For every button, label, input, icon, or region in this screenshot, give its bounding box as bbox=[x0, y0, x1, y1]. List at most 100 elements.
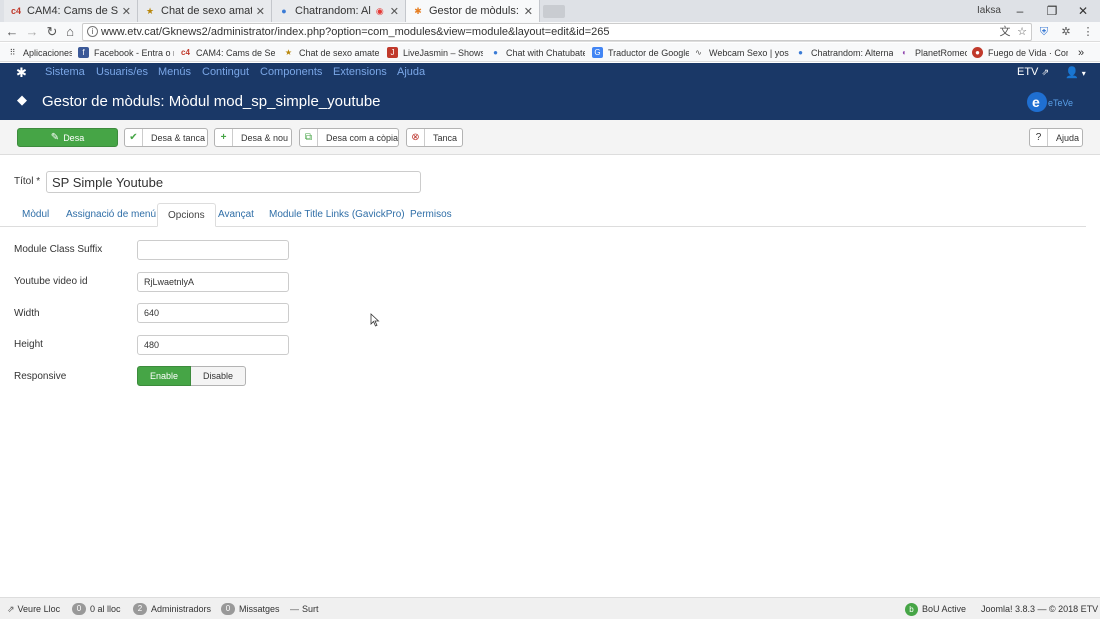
site-link[interactable]: ETV ⇗ bbox=[1017, 66, 1049, 78]
video-id-input[interactable] bbox=[137, 272, 289, 292]
apps-grid-icon: ⠿ bbox=[9, 48, 16, 57]
admin-menu-bar: ✱ Sistema Usuaris/es Menús Contingut Com… bbox=[0, 63, 1100, 83]
browser-tab-cam4[interactable]: c4 CAM4: Cams de Sexo en ✕ bbox=[4, 0, 138, 22]
bookmark-label: PlanetRomeo bbox=[915, 47, 967, 58]
close-button[interactable]: ⊗ Tanca bbox=[406, 128, 463, 147]
info-icon[interactable]: i bbox=[87, 26, 98, 37]
facebook-icon: f bbox=[78, 47, 89, 58]
close-window-icon[interactable]: ✕ bbox=[1074, 2, 1092, 20]
logout-link[interactable]: — Surt bbox=[290, 602, 319, 616]
menu-item-usuaris[interactable]: Usuaris/es bbox=[96, 66, 148, 78]
star-icon: ★ bbox=[284, 48, 293, 57]
bookmark-apps[interactable]: ⠿ Aplicaciones bbox=[7, 45, 72, 60]
star-icon: ★ bbox=[145, 5, 155, 16]
menu-item-ajuda[interactable]: Ajuda bbox=[397, 66, 425, 78]
menu-item-contingut[interactable]: Contingut bbox=[202, 66, 249, 78]
menu-dots-icon[interactable]: ⋮ bbox=[1080, 23, 1096, 41]
bou-active-indicator[interactable]: b BoU Active bbox=[905, 602, 966, 616]
cam4-icon: c4 bbox=[181, 48, 190, 57]
tab-avancat[interactable]: Avançat bbox=[208, 203, 264, 227]
restore-icon[interactable]: ❐ bbox=[1043, 2, 1061, 20]
bou-icon: b bbox=[905, 602, 918, 616]
online-visitors[interactable]: 0 0 al lloc bbox=[72, 602, 121, 616]
bookmark-google-translate[interactable]: G Traductor de Google bbox=[592, 45, 689, 60]
height-label: Height bbox=[14, 339, 43, 350]
version-label: Joomla! 3.8.3 — © 2018 ETV bbox=[981, 604, 1099, 614]
width-input[interactable] bbox=[137, 303, 289, 323]
bookmark-webcam-sexo[interactable]: ∿ Webcam Sexo | yosol bbox=[693, 45, 789, 60]
site-link-label: ETV bbox=[1017, 66, 1039, 78]
extension-icon[interactable]: ✲ bbox=[1058, 23, 1074, 41]
tab-modul[interactable]: Mòdul bbox=[12, 203, 59, 227]
page-title: Gestor de mòduls: Mòdul mod_sp_simple_yo… bbox=[42, 93, 381, 110]
browser-tab-joomla[interactable]: ✱ Gestor de mòduls: Mòdul ✕ bbox=[406, 0, 540, 22]
bookmark-chat-amateur[interactable]: ★ Chat de sexo amateu bbox=[283, 45, 379, 60]
bookmark-chaturbate[interactable]: ● Chat with Chatubate bbox=[490, 45, 585, 60]
tab-label: Gestor de mòduls: Mòdul bbox=[429, 5, 520, 17]
bookmark-chatrandom[interactable]: ● Chatrandom: Alternat bbox=[795, 45, 893, 60]
address-bar: ← → ↻ ⌂ i www.etv.cat/Gknews2/administra… bbox=[0, 22, 1100, 42]
close-icon[interactable]: ✕ bbox=[524, 5, 533, 18]
chat-bubble-icon: ● bbox=[798, 48, 803, 57]
class-suffix-input[interactable] bbox=[137, 240, 289, 260]
close-icon[interactable]: ✕ bbox=[256, 5, 265, 18]
menu-item-extensions[interactable]: Extensions bbox=[333, 66, 387, 78]
user-menu[interactable]: 👤 ▾ bbox=[1065, 66, 1086, 79]
back-icon[interactable]: ← bbox=[3, 23, 21, 41]
view-site-label: Veure Lloc bbox=[17, 604, 61, 614]
save-button[interactable]: ✎ Desa bbox=[17, 128, 118, 147]
bookmark-fuego-de-vida[interactable]: ● Fuego de Vida · Cont bbox=[972, 45, 1068, 60]
reload-icon[interactable]: ↻ bbox=[43, 23, 61, 41]
view-site-link[interactable]: ⇗ Veure Lloc bbox=[7, 602, 60, 616]
new-tab-button[interactable] bbox=[543, 5, 565, 18]
minus-icon: — bbox=[290, 604, 299, 614]
joomla-logo-icon[interactable]: ✱ bbox=[16, 65, 27, 81]
browser-tab-chat-amateur[interactable]: ★ Chat de sexo amateur co ✕ bbox=[138, 0, 272, 22]
online-admins[interactable]: 2 Administradors bbox=[133, 602, 211, 616]
responsive-disable-button[interactable]: Disable bbox=[191, 366, 247, 386]
bookmark-cam4[interactable]: c4 CAM4: Cams de Sexo bbox=[180, 45, 275, 60]
browser-tab-chatrandom[interactable]: ● Chatrandom: Alternat ◉ ✕ bbox=[272, 0, 406, 22]
menu-item-components[interactable]: Components bbox=[260, 66, 322, 78]
close-icon[interactable]: ✕ bbox=[122, 5, 131, 18]
bookmarks-overflow-icon[interactable]: » bbox=[1078, 45, 1092, 60]
responsive-toggle: Enable Disable bbox=[137, 366, 247, 386]
copy-icon: ⧉ bbox=[300, 129, 318, 146]
save-close-button[interactable]: ✔ Desa & tanca bbox=[124, 128, 208, 147]
forward-icon[interactable]: → bbox=[23, 23, 41, 41]
question-icon: ? bbox=[1030, 129, 1048, 146]
shield-extension-icon[interactable]: ⛨ bbox=[1036, 23, 1052, 41]
bookmark-facebook[interactable]: f Facebook - Entra o re bbox=[78, 45, 174, 60]
close-icon[interactable]: ✕ bbox=[390, 5, 399, 18]
tab-opcions[interactable]: Opcions bbox=[157, 203, 216, 227]
bookmark-star-icon[interactable]: ☆ bbox=[1014, 23, 1030, 41]
translate-icon[interactable]: 文 bbox=[997, 23, 1013, 41]
bookmark-label: Chat de sexo amateu bbox=[299, 47, 379, 58]
menu-item-sistema[interactable]: Sistema bbox=[45, 66, 85, 78]
page-header: ◆ Gestor de mòduls: Mòdul mod_sp_simple_… bbox=[0, 83, 1100, 120]
module-tabs: Mòdul Assignació de menú Opcions Avançat… bbox=[0, 203, 1086, 227]
menu-item-menus[interactable]: Menús bbox=[158, 66, 191, 78]
height-input[interactable] bbox=[137, 335, 289, 355]
bookmark-livejasmin[interactable]: J LiveJasmin – Shows d bbox=[387, 45, 483, 60]
save-new-button[interactable]: + Desa & nou bbox=[214, 128, 292, 147]
home-icon[interactable]: ⌂ bbox=[61, 23, 79, 41]
help-button[interactable]: ? Ajuda bbox=[1029, 128, 1083, 147]
tab-assignacio-menu[interactable]: Assignació de menú bbox=[56, 203, 166, 227]
translate-icon: G bbox=[592, 47, 603, 58]
check-icon: ✔ bbox=[125, 129, 143, 146]
minimize-icon[interactable]: – bbox=[1011, 2, 1029, 20]
responsive-enable-button[interactable]: Enable bbox=[137, 366, 192, 386]
chat-bubble-icon: ● bbox=[493, 48, 498, 57]
tab-permisos[interactable]: Permisos bbox=[400, 203, 462, 227]
bookmark-planetromeo[interactable]: ◐ PlanetRomeo bbox=[899, 45, 967, 60]
browser-user-name[interactable]: Iaksa bbox=[977, 5, 1001, 16]
title-input[interactable] bbox=[46, 171, 421, 193]
url-input[interactable]: i www.etv.cat/Gknews2/administrator/inde… bbox=[82, 23, 1032, 41]
cube-icon: ◆ bbox=[17, 92, 27, 107]
tab-module-title-links[interactable]: Module Title Links (GavickPro) bbox=[259, 203, 415, 227]
messages-link[interactable]: 0 Missatges bbox=[221, 602, 280, 616]
mouse-cursor-icon bbox=[370, 313, 380, 327]
bookmark-label: Fuego de Vida · Cont bbox=[988, 47, 1068, 58]
save-copy-button[interactable]: ⧉ Desa com a còpia bbox=[299, 128, 399, 147]
